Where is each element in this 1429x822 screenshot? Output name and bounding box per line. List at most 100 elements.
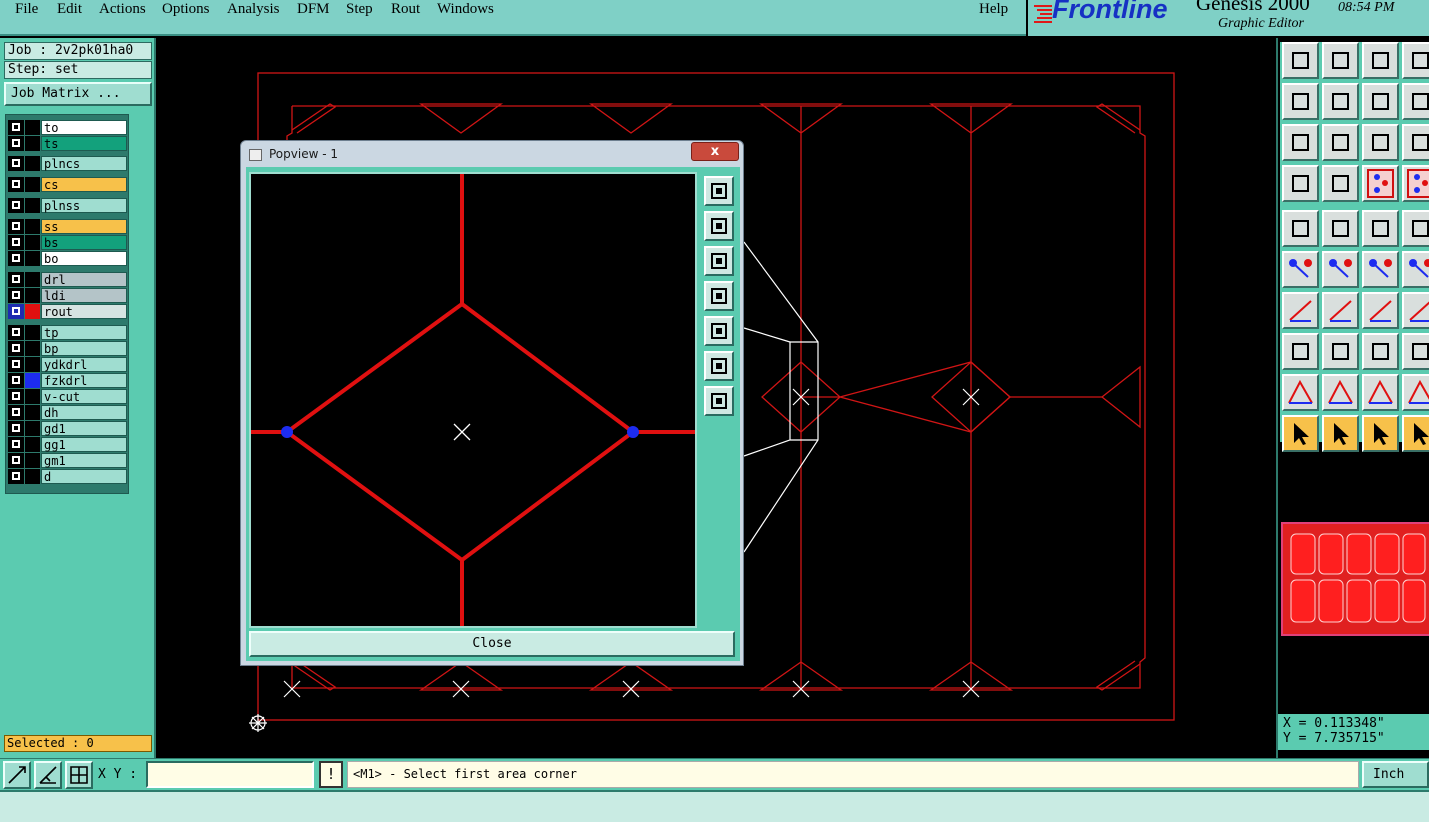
layer-name[interactable]: gm1: [41, 453, 127, 468]
layer-row-gg1[interactable]: gg1: [8, 437, 128, 452]
layer-checkbox[interactable]: [8, 421, 24, 436]
home-button[interactable]: [1362, 42, 1399, 79]
rotate-button[interactable]: [1362, 292, 1399, 329]
layer-checkbox[interactable]: [8, 120, 24, 135]
menu-file[interactable]: File: [15, 1, 38, 18]
layer-checkbox[interactable]: [8, 136, 24, 151]
connect-nodes-button[interactable]: [1282, 251, 1319, 288]
layer-checkbox[interactable]: [8, 341, 24, 356]
zoom-center-button[interactable]: [1322, 124, 1359, 161]
layer-name[interactable]: gg1: [41, 437, 127, 452]
layer-name[interactable]: rout: [41, 304, 127, 319]
pan-down-button[interactable]: [1322, 42, 1359, 79]
layer-row-bp[interactable]: bp: [8, 341, 128, 356]
filter-button[interactable]: [1402, 292, 1429, 329]
layer-checkbox[interactable]: [8, 177, 24, 192]
layer-row-ldi[interactable]: ldi: [8, 288, 128, 303]
alert-button[interactable]: !: [319, 761, 343, 788]
layer-checkbox[interactable]: [8, 198, 24, 213]
group-button[interactable]: [1402, 333, 1429, 370]
layer-name[interactable]: ss: [41, 219, 127, 234]
layer-name[interactable]: to: [41, 120, 127, 135]
dimension-button[interactable]: [1362, 333, 1399, 370]
arch-button[interactable]: [1362, 374, 1399, 411]
endpoint-marker[interactable]: [627, 426, 639, 438]
layer-row-gd1[interactable]: gd1: [8, 421, 128, 436]
layer-row-bs[interactable]: bs: [8, 235, 128, 250]
arch-alt-button[interactable]: [1402, 374, 1429, 411]
layer-name[interactable]: drl: [41, 272, 127, 287]
layer-checkbox[interactable]: [8, 437, 24, 452]
popview-window[interactable]: Popview - 1 x Close: [240, 140, 744, 666]
pad-attach-button[interactable]: [1282, 333, 1319, 370]
draw-line-button[interactable]: [1282, 292, 1319, 329]
layer-name[interactable]: tp: [41, 325, 127, 340]
pan-right-button[interactable]: [704, 316, 734, 346]
layer-checkbox[interactable]: [8, 373, 24, 388]
layer-checkbox[interactable]: [8, 357, 24, 372]
layer-checkbox[interactable]: [8, 304, 24, 319]
layer-name[interactable]: gd1: [41, 421, 127, 436]
dot-button[interactable]: [1402, 210, 1429, 247]
menu-help[interactable]: Help: [979, 1, 1008, 18]
layer-row-ts[interactable]: ts: [8, 136, 128, 151]
layer-checkbox[interactable]: [8, 235, 24, 250]
zoom-fit-button[interactable]: [704, 386, 734, 416]
layout-button[interactable]: [1402, 42, 1429, 79]
select-arrow-button[interactable]: [1282, 415, 1319, 452]
menu-actions[interactable]: Actions: [99, 1, 146, 18]
zoom-in-button[interactable]: [704, 351, 734, 381]
layer-row-to[interactable]: to: [8, 120, 128, 135]
popview-viewport[interactable]: [249, 172, 697, 628]
job-matrix-button[interactable]: Job Matrix ...: [4, 82, 152, 106]
pan-up-button[interactable]: [1282, 42, 1319, 79]
layer-checkbox[interactable]: [8, 325, 24, 340]
select-box-button[interactable]: [1322, 415, 1359, 452]
layer-checkbox[interactable]: [8, 251, 24, 266]
cross-select-button[interactable]: [1322, 251, 1359, 288]
pan-down-button[interactable]: [704, 246, 734, 276]
layer-row-rout[interactable]: rout: [8, 304, 128, 319]
measure-mode-button[interactable]: [34, 761, 62, 789]
layer-name[interactable]: cs: [41, 177, 127, 192]
units-selector[interactable]: Inch: [1362, 761, 1429, 788]
xy-coordinate-input[interactable]: [146, 761, 314, 788]
layer-row-drl[interactable]: drl: [8, 272, 128, 287]
triangle-select-button[interactable]: [1282, 374, 1319, 411]
layer-row-bo[interactable]: bo: [8, 251, 128, 266]
layer-row-cs[interactable]: cs: [8, 177, 128, 192]
layer-name[interactable]: fzkdrl: [41, 373, 127, 388]
layer-row-fzkdrl[interactable]: fzkdrl: [8, 373, 128, 388]
pan-left-button[interactable]: [704, 281, 734, 311]
measure-button[interactable]: [1282, 165, 1319, 202]
layer-row-dh[interactable]: dh: [8, 405, 128, 420]
layer-row-tp[interactable]: tp: [8, 325, 128, 340]
layer-row-v-cut[interactable]: v-cut: [8, 389, 128, 404]
layer-checkbox[interactable]: [8, 389, 24, 404]
menu-rout[interactable]: Rout: [391, 1, 420, 18]
draw-arrow-button[interactable]: [1322, 292, 1359, 329]
zoom-ratio-button[interactable]: [1362, 83, 1399, 120]
layer-name[interactable]: bs: [41, 235, 127, 250]
route-connect-button[interactable]: [1362, 165, 1399, 202]
help-button[interactable]: [1402, 124, 1429, 161]
ruler-button[interactable]: [1362, 210, 1399, 247]
step-overview-thumbnail[interactable]: [1281, 522, 1429, 636]
snap-mode-button[interactable]: [3, 761, 31, 789]
zoom-window-button[interactable]: [704, 176, 734, 206]
layer-name[interactable]: ldi: [41, 288, 127, 303]
layer-row-ydkdrl[interactable]: ydkdrl: [8, 357, 128, 372]
layer-checkbox[interactable]: [8, 405, 24, 420]
move-point-alt-button[interactable]: [1402, 251, 1429, 288]
select-circle-button[interactable]: [1362, 415, 1399, 452]
menu-edit[interactable]: Edit: [57, 1, 82, 18]
add-pad-button[interactable]: [1282, 210, 1319, 247]
layer-checkbox[interactable]: [8, 453, 24, 468]
layer-row-ss[interactable]: ss: [8, 219, 128, 234]
pan-left-button[interactable]: [1282, 83, 1319, 120]
grid-button[interactable]: [1322, 165, 1359, 202]
ratio-1-2-button[interactable]: [1362, 124, 1399, 161]
select-path-button[interactable]: [1402, 415, 1429, 452]
layer-row-d[interactable]: d: [8, 469, 128, 484]
endpoint-marker[interactable]: [281, 426, 293, 438]
